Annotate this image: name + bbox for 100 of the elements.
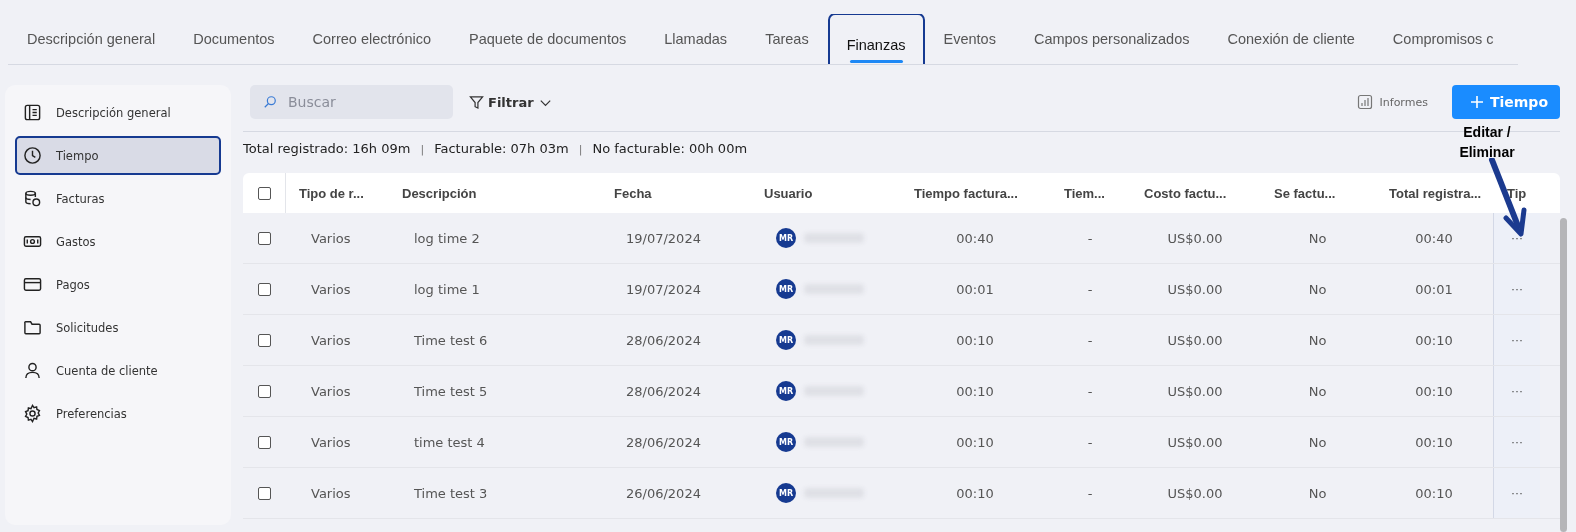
tab[interactable]: Paquete de documentos [450,14,646,64]
table-cell: US$0.00 [1167,332,1223,348]
table-cell: 00:10 [1415,332,1453,348]
card-icon [23,275,42,294]
column-header[interactable]: Costo factu... [1131,185,1261,201]
tab[interactable]: Llamadas [645,14,747,64]
table-cell: No [1308,230,1327,246]
filter-icon [469,94,484,110]
tab[interactable]: Compromisos c [1373,14,1513,64]
more-options-button[interactable]: ··· [1511,333,1523,347]
tab[interactable]: Eventos [924,14,1015,64]
table-cell: - [1087,281,1093,297]
table-cell: US$0.00 [1167,485,1223,501]
column-header[interactable]: Fecha [601,185,751,201]
table-cell: 00:10 [1415,485,1453,501]
tab[interactable]: Documentos [174,14,294,64]
column-header[interactable]: Total registra... [1376,185,1494,201]
table-cell: No [1308,434,1327,450]
table-cell: US$0.00 [1167,230,1223,246]
table-cell: 00:10 [956,332,994,348]
column-header[interactable]: Tip [1494,185,1527,201]
user-avatar: MR [776,228,796,248]
sidebar-item[interactable]: Cuenta de cliente [15,351,221,390]
user-avatar: MR [776,381,796,401]
more-options-button[interactable]: ··· [1511,282,1523,296]
table-cell: Varios [311,485,351,501]
table-cell: 00:01 [956,281,994,297]
column-header[interactable]: Descripción [389,185,601,201]
table-cell: 28/06/2024 [626,434,701,450]
table-cell: 26/06/2024 [626,485,701,501]
more-options-button[interactable]: ··· [1511,435,1523,449]
table-cell: time test 4 [414,434,485,450]
separator: | [578,142,583,158]
sidebar-item[interactable]: Descripción general [15,93,221,132]
plus-icon [1469,95,1484,109]
tab[interactable]: Tareas [746,14,828,64]
table-cell: log time 2 [414,230,480,246]
checkbox[interactable] [257,282,271,296]
separator: | [420,142,425,158]
table-cell: 00:01 [1415,281,1453,297]
table-cell: - [1087,434,1093,450]
summary-stat: Total registrado: 16h 09m [243,141,411,158]
table-cell: No [1308,383,1327,399]
checkbox[interactable] [257,384,271,398]
tab[interactable]: Descripción general [8,14,175,64]
table-cell: log time 1 [414,281,480,297]
table-cell: No [1308,485,1327,501]
table-cell: 00:10 [1415,383,1453,399]
search-field[interactable]: Buscar [250,85,453,119]
clock-icon [23,146,42,165]
filter-button[interactable]: Filtrar [463,93,559,111]
table-cell: Time test 5 [414,383,488,399]
table-cell: 00:10 [1415,434,1453,450]
more-options-button[interactable]: ··· [1511,486,1523,500]
user-avatar: MR [776,483,796,503]
summary-stat: No facturable: 00h 00m [592,141,748,158]
person-icon [23,361,42,380]
column-header[interactable]: Tiempo factura... [901,185,1051,201]
table-cell: No [1308,332,1327,348]
table-cell: US$0.00 [1167,281,1223,297]
more-options-button[interactable]: ··· [1511,384,1523,398]
column-header[interactable]: Tipo de r... [286,185,389,201]
checkbox[interactable] [257,435,271,449]
table-cell: Time test 3 [414,485,488,501]
settings-icon [23,404,42,423]
table-cell: 00:10 [956,383,994,399]
bar-chart-icon [1356,94,1373,110]
tab[interactable]: Conexión de cliente [1208,14,1374,64]
sidebar-item[interactable]: Gastos [15,222,221,261]
checkbox[interactable] [257,186,271,200]
sidebar-item[interactable]: Facturas [15,179,221,218]
table-cell: 00:40 [956,230,994,246]
table-cell: - [1087,485,1093,501]
column-header[interactable]: Usuario [751,185,901,201]
user-avatar: MR [776,279,796,299]
tab[interactable]: Finanzas [827,14,925,64]
sidebar-item[interactable]: Pagos [15,265,221,304]
checkbox[interactable] [257,486,271,500]
book-icon [23,103,42,122]
more-options-button[interactable]: ··· [1511,231,1523,245]
table-cell: Varios [311,434,351,450]
column-header[interactable]: Se factu... [1261,185,1376,201]
user-avatar: MR [776,432,796,452]
table-cell: Time test 6 [414,332,488,348]
tab[interactable]: Campos personalizados [1014,14,1209,64]
table-cell: 19/07/2024 [626,281,701,297]
table-cell: 28/06/2024 [626,383,701,399]
sidebar-item[interactable]: Solicitudes [15,308,221,347]
user-avatar: MR [776,330,796,350]
sidebar-item[interactable]: Preferencias [15,394,221,433]
tab[interactable]: Correo electrónico [293,14,451,64]
column-header[interactable]: Tiem... [1051,185,1131,201]
checkbox[interactable] [257,333,271,347]
table-cell: No [1308,281,1327,297]
checkbox[interactable] [257,231,271,245]
sidebar-item[interactable]: Tiempo [15,136,221,175]
table-cell: - [1087,332,1093,348]
table-cell: Varios [311,383,351,399]
table-cell: - [1087,230,1093,246]
reports-button[interactable]: Informes [1350,93,1434,111]
